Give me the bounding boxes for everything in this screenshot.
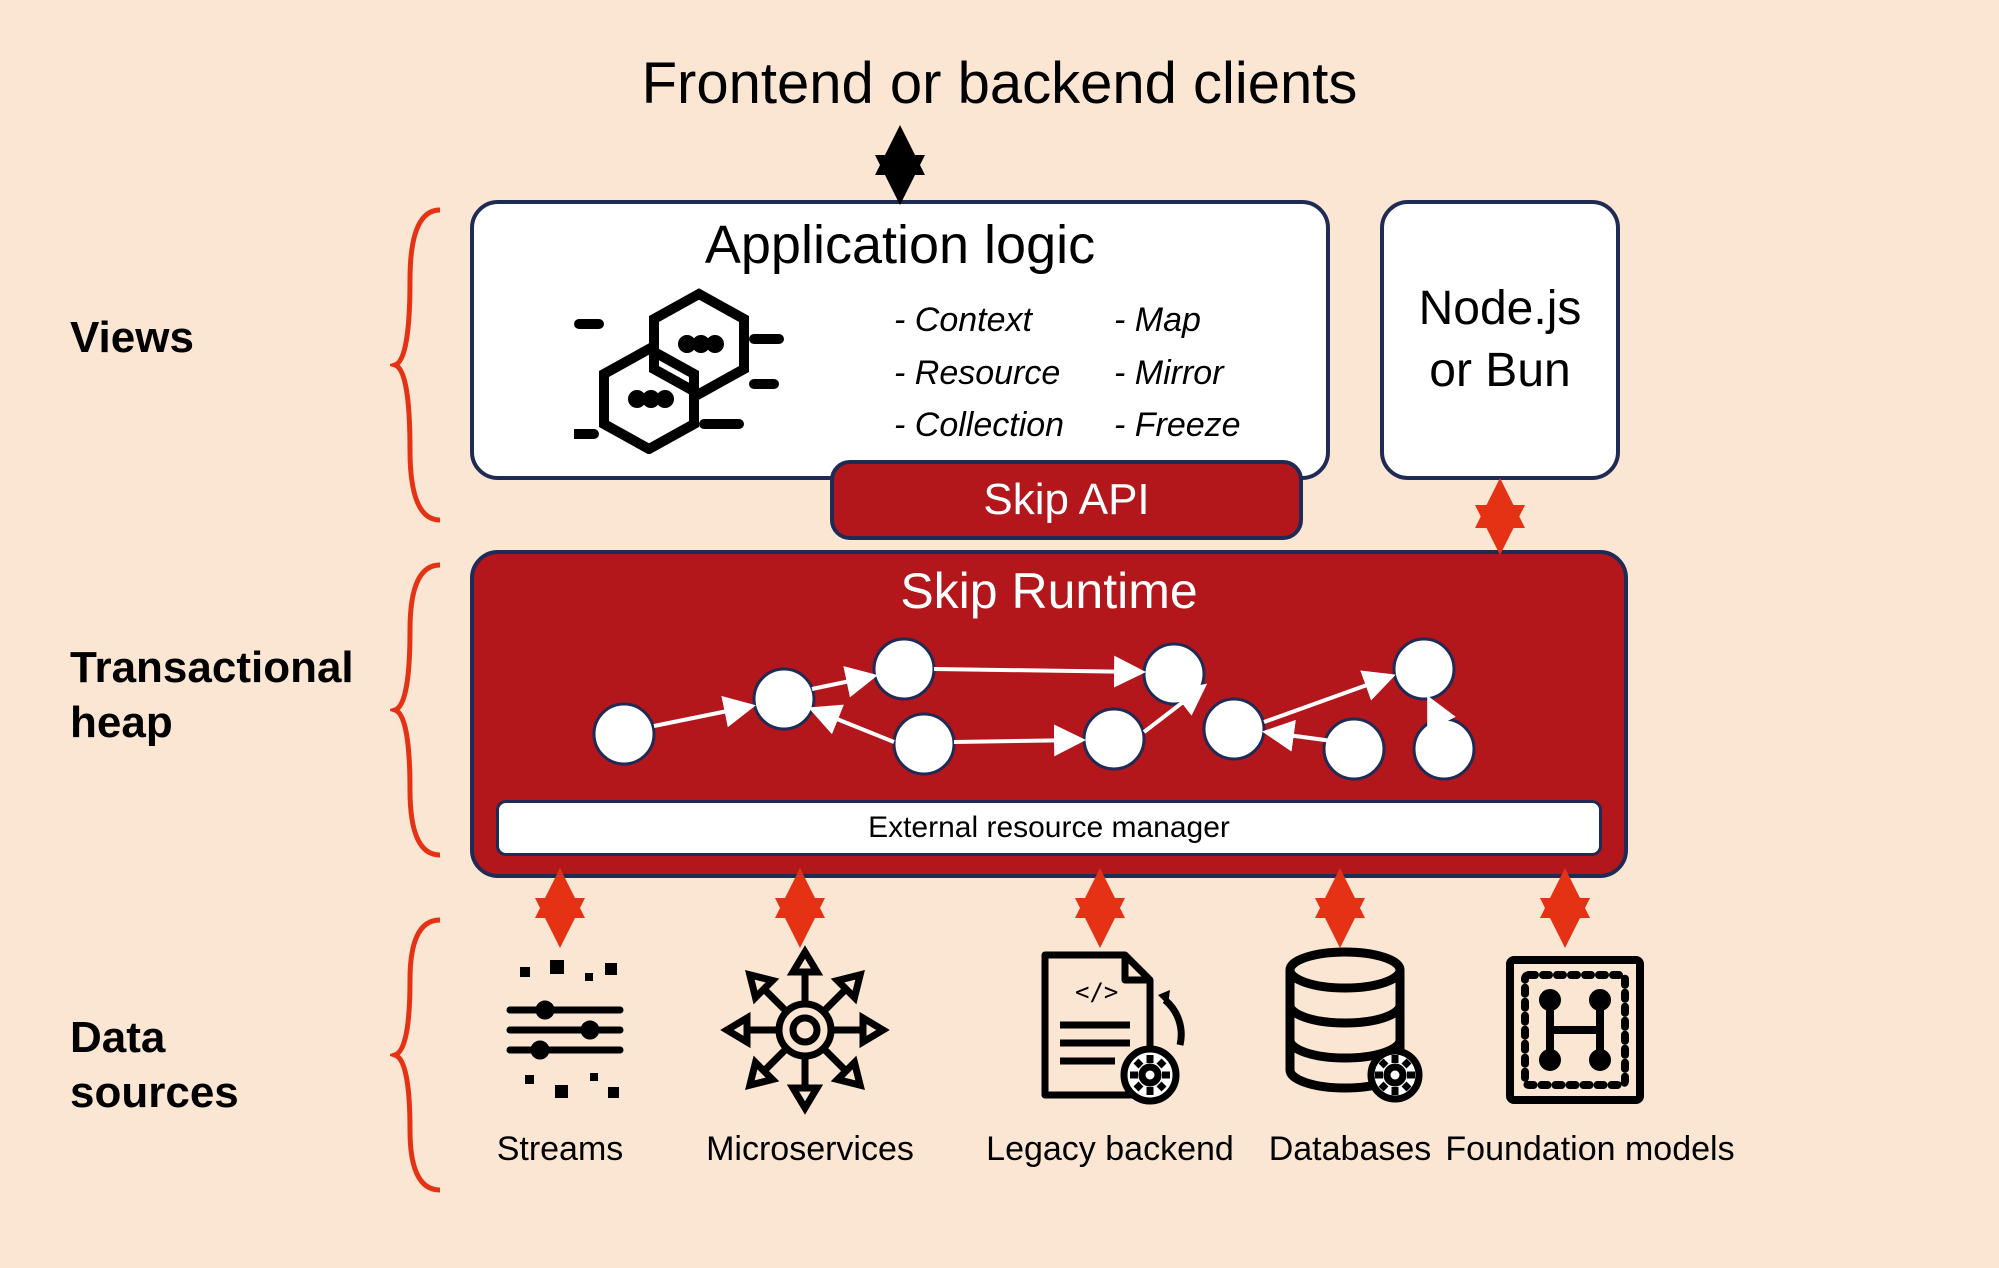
foundation-models-label: Foundation models	[1430, 1130, 1750, 1169]
api-item: - Map	[1114, 294, 1241, 347]
brace-sources	[390, 910, 450, 1200]
databases-label: Databases	[1250, 1130, 1450, 1169]
external-resource-manager-label: External resource manager	[868, 811, 1230, 845]
row-label-heap: Transactional heap	[70, 640, 354, 750]
runtime-host-box: Node.js or Bun	[1380, 200, 1620, 480]
brace-heap	[390, 555, 450, 865]
api-item: - Resource	[894, 347, 1064, 400]
api-item: - Context	[894, 294, 1064, 347]
skip-api-box: Skip API	[830, 460, 1303, 540]
architecture-diagram: Frontend or backend clients Views Transa…	[0, 0, 1999, 1268]
skip-runtime-box: Skip Runtime	[470, 550, 1628, 878]
runtime-host-label: Node.js or Bun	[1419, 278, 1582, 403]
application-logic-box: Application logic - Context - Resou	[470, 200, 1330, 480]
application-logic-icon	[574, 284, 794, 454]
skip-runtime-title: Skip Runtime	[474, 562, 1624, 620]
streams-icon	[500, 955, 630, 1105]
skip-api-label: Skip API	[983, 475, 1149, 525]
api-item: - Freeze	[1114, 399, 1241, 452]
api-item: - Collection	[894, 399, 1064, 452]
databases-icon	[1275, 945, 1435, 1115]
api-list-col1: - Context - Resource - Collection	[894, 294, 1064, 452]
foundation-models-icon	[1500, 950, 1650, 1110]
row-label-views: Views	[70, 310, 194, 365]
api-item: - Mirror	[1114, 347, 1241, 400]
legacy-backend-label: Legacy backend	[970, 1130, 1250, 1169]
row-label-data-sources: Data sources	[70, 1010, 239, 1120]
legacy-backend-icon: </>	[1030, 945, 1190, 1115]
microservices-icon	[720, 945, 890, 1115]
api-list-col2: - Map - Mirror - Freeze	[1114, 294, 1241, 452]
runtime-graph	[474, 614, 1624, 794]
streams-label: Streams	[470, 1130, 650, 1169]
svg-text:</>: </>	[1075, 978, 1118, 1006]
clients-title: Frontend or backend clients	[0, 50, 1999, 117]
brace-views	[390, 200, 450, 530]
microservices-label: Microservices	[690, 1130, 930, 1169]
external-resource-manager: External resource manager	[496, 800, 1602, 856]
application-logic-title: Application logic	[474, 214, 1326, 276]
